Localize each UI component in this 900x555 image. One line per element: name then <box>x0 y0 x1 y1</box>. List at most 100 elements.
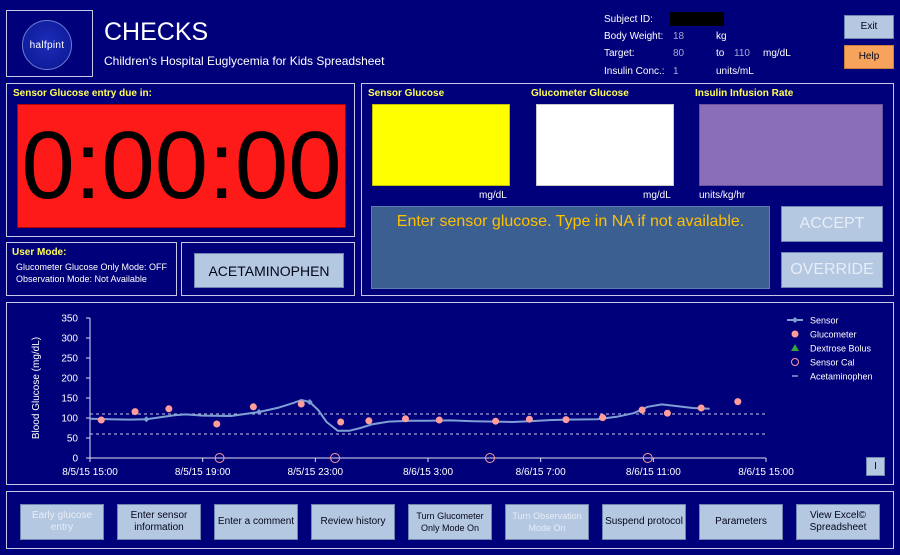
sensor-point <box>143 416 150 423</box>
insulin-conc-label: Insulin Conc.: <box>604 66 665 77</box>
glucometer-point <box>97 416 105 424</box>
x-tick-label: 8/5/15 19:00 <box>175 467 231 478</box>
review-history-button[interactable]: Review history <box>311 504 395 540</box>
x-tick-label: 8/5/15 15:00 <box>62 467 118 478</box>
glucometer-point <box>638 406 646 414</box>
body-weight-value: 18 <box>673 31 685 42</box>
target-to-text: to <box>716 48 725 59</box>
glucometer-glucose-label: Glucometer Glucose <box>531 88 629 99</box>
y-axis-label: Blood Glucose (mg/dL) <box>31 337 42 439</box>
target-unit: mg/dL <box>763 48 791 59</box>
glucometer-point <box>697 404 705 412</box>
insulin-rate-unit: units/kg/hr <box>699 190 746 201</box>
glucometer-mode-status: Glucometer Glucose Only Mode: OFF <box>16 262 168 272</box>
logo-panel: halfpint <box>6 10 93 77</box>
glucometer-point <box>663 409 671 417</box>
sensor-point <box>256 409 262 415</box>
exit-button[interactable]: Exit <box>844 15 894 39</box>
glucometer-point <box>492 417 500 425</box>
user-mode-label: User Mode: <box>12 247 67 258</box>
timer-label: Sensor Glucose entry due in: <box>13 88 152 99</box>
parameters-button[interactable]: Parameters <box>699 504 783 540</box>
user-mode-panel: User Mode: Glucometer Glucose Only Mode:… <box>6 242 177 296</box>
y-tick-label: 300 <box>61 334 78 345</box>
glucometer-point <box>297 400 305 408</box>
early-glucose-entry-button[interactable]: Early glucose entry <box>20 504 104 540</box>
glucometer-glucose-unit: mg/dL <box>643 190 671 201</box>
insulin-rate-label: Insulin Infusion Rate <box>695 88 794 99</box>
app-title: CHECKS <box>104 18 209 46</box>
y-tick-label: 350 <box>61 314 78 325</box>
x-tick-label: 8/6/15 11:00 <box>626 467 681 478</box>
instruction-text: Enter sensor glucose. Type in NA if not … <box>396 213 745 230</box>
glucometer-point <box>131 408 139 416</box>
glucometer-point <box>525 415 533 423</box>
glucometer-point <box>365 417 373 425</box>
entry-panel: Sensor Glucose mg/dL Glucometer Glucose … <box>361 83 894 296</box>
observation-mode-button[interactable]: Turn Observation Mode On <box>505 504 589 540</box>
glucometer-only-mode-button[interactable]: Turn Glucometer Only Mode On <box>408 504 492 540</box>
sensor-glucose-unit: mg/dL <box>479 190 507 201</box>
timer-panel: Sensor Glucose entry due in: 0:00:00 <box>6 83 355 237</box>
y-tick-label: 150 <box>61 394 78 405</box>
y-tick-label: 100 <box>61 414 78 425</box>
target-high-value: 110 <box>734 48 750 59</box>
legend-label: Acetaminophen <box>810 372 873 382</box>
app-subtitle: Children's Hospital Euglycemia for Kids … <box>104 54 385 68</box>
legend-dextrose-swatch <box>791 344 799 351</box>
glucometer-point <box>401 415 409 423</box>
view-spreadsheet-button[interactable]: View Excel© Spreadsheet <box>796 504 880 540</box>
countdown-value: 0:00:00 <box>21 112 342 219</box>
x-tick-label: 8/6/15 3:00 <box>403 467 453 478</box>
halfpint-logo: halfpint <box>22 20 72 70</box>
legend-sensor-cal-swatch <box>791 358 799 366</box>
override-button[interactable]: OVERRIDE <box>781 252 883 288</box>
help-button[interactable]: Help <box>844 45 894 69</box>
acetaminophen-button[interactable]: ACETAMINOPHEN <box>194 253 344 288</box>
glucose-chart: 0 50 100 150 200 250 300 350 8/5/15 15:00 8/5/15 … <box>31 314 873 479</box>
sensor-glucose-label: Sensor Glucose <box>368 88 445 99</box>
sensor-glucose-input[interactable] <box>372 104 510 186</box>
legend-label: Dextrose Bolus <box>810 344 872 354</box>
body-weight-label: Body Weight: <box>604 31 664 42</box>
countdown-timer: 0:00:00 <box>17 104 346 228</box>
instruction-message: Enter sensor glucose. Type in NA if not … <box>371 206 770 289</box>
glucometer-point <box>165 405 173 413</box>
acetaminophen-panel: ACETAMINOPHEN <box>181 242 355 296</box>
legend-label: Sensor Cal <box>810 358 855 368</box>
body-weight-unit: kg <box>716 31 727 42</box>
glucometer-point <box>435 416 443 424</box>
legend-label: Glucometer <box>810 330 857 340</box>
subject-id-label: Subject ID: <box>604 14 653 25</box>
glucometer-point <box>249 403 257 411</box>
y-tick-label: 50 <box>67 434 79 445</box>
sensor-series-line <box>89 399 710 432</box>
legend-sensor-marker <box>792 317 798 323</box>
logo-text: halfpint <box>29 39 65 51</box>
suspend-protocol-button[interactable]: Suspend protocol <box>602 504 686 540</box>
legend-glucometer-swatch <box>791 330 799 338</box>
target-label: Target: <box>604 48 635 59</box>
insulin-conc-value: 1 <box>673 66 679 77</box>
y-tick-label: 200 <box>61 374 78 385</box>
glucometer-point <box>337 418 345 426</box>
bottom-toolbar: Early glucose entry Enter sensor informa… <box>6 491 894 549</box>
y-tick-label: 0 <box>72 454 78 465</box>
enter-comment-button[interactable]: Enter a comment <box>214 504 298 540</box>
observation-mode-status: Observation Mode: Not Available <box>16 274 147 284</box>
x-tick-label: 8/6/15 15:00 <box>738 467 794 478</box>
chart-info-button[interactable]: I <box>866 457 885 476</box>
accept-button[interactable]: ACCEPT <box>781 206 883 242</box>
glucose-chart-panel: 0 50 100 150 200 250 300 350 8/5/15 15:00 8/5/15 … <box>6 302 894 485</box>
x-tick-label: 8/6/15 7:00 <box>516 467 566 478</box>
glucometer-point <box>562 416 570 424</box>
glucometer-point <box>734 398 742 406</box>
subject-id-field[interactable] <box>670 12 724 26</box>
y-tick-label: 250 <box>61 354 78 365</box>
insulin-conc-unit: units/mL <box>716 66 754 77</box>
target-low-value: 80 <box>673 48 685 59</box>
glucometer-glucose-input[interactable] <box>536 104 674 186</box>
enter-sensor-info-button[interactable]: Enter sensor information <box>117 504 201 540</box>
glucometer-point <box>599 414 607 422</box>
x-tick-label: 8/5/15 23:00 <box>288 467 344 478</box>
